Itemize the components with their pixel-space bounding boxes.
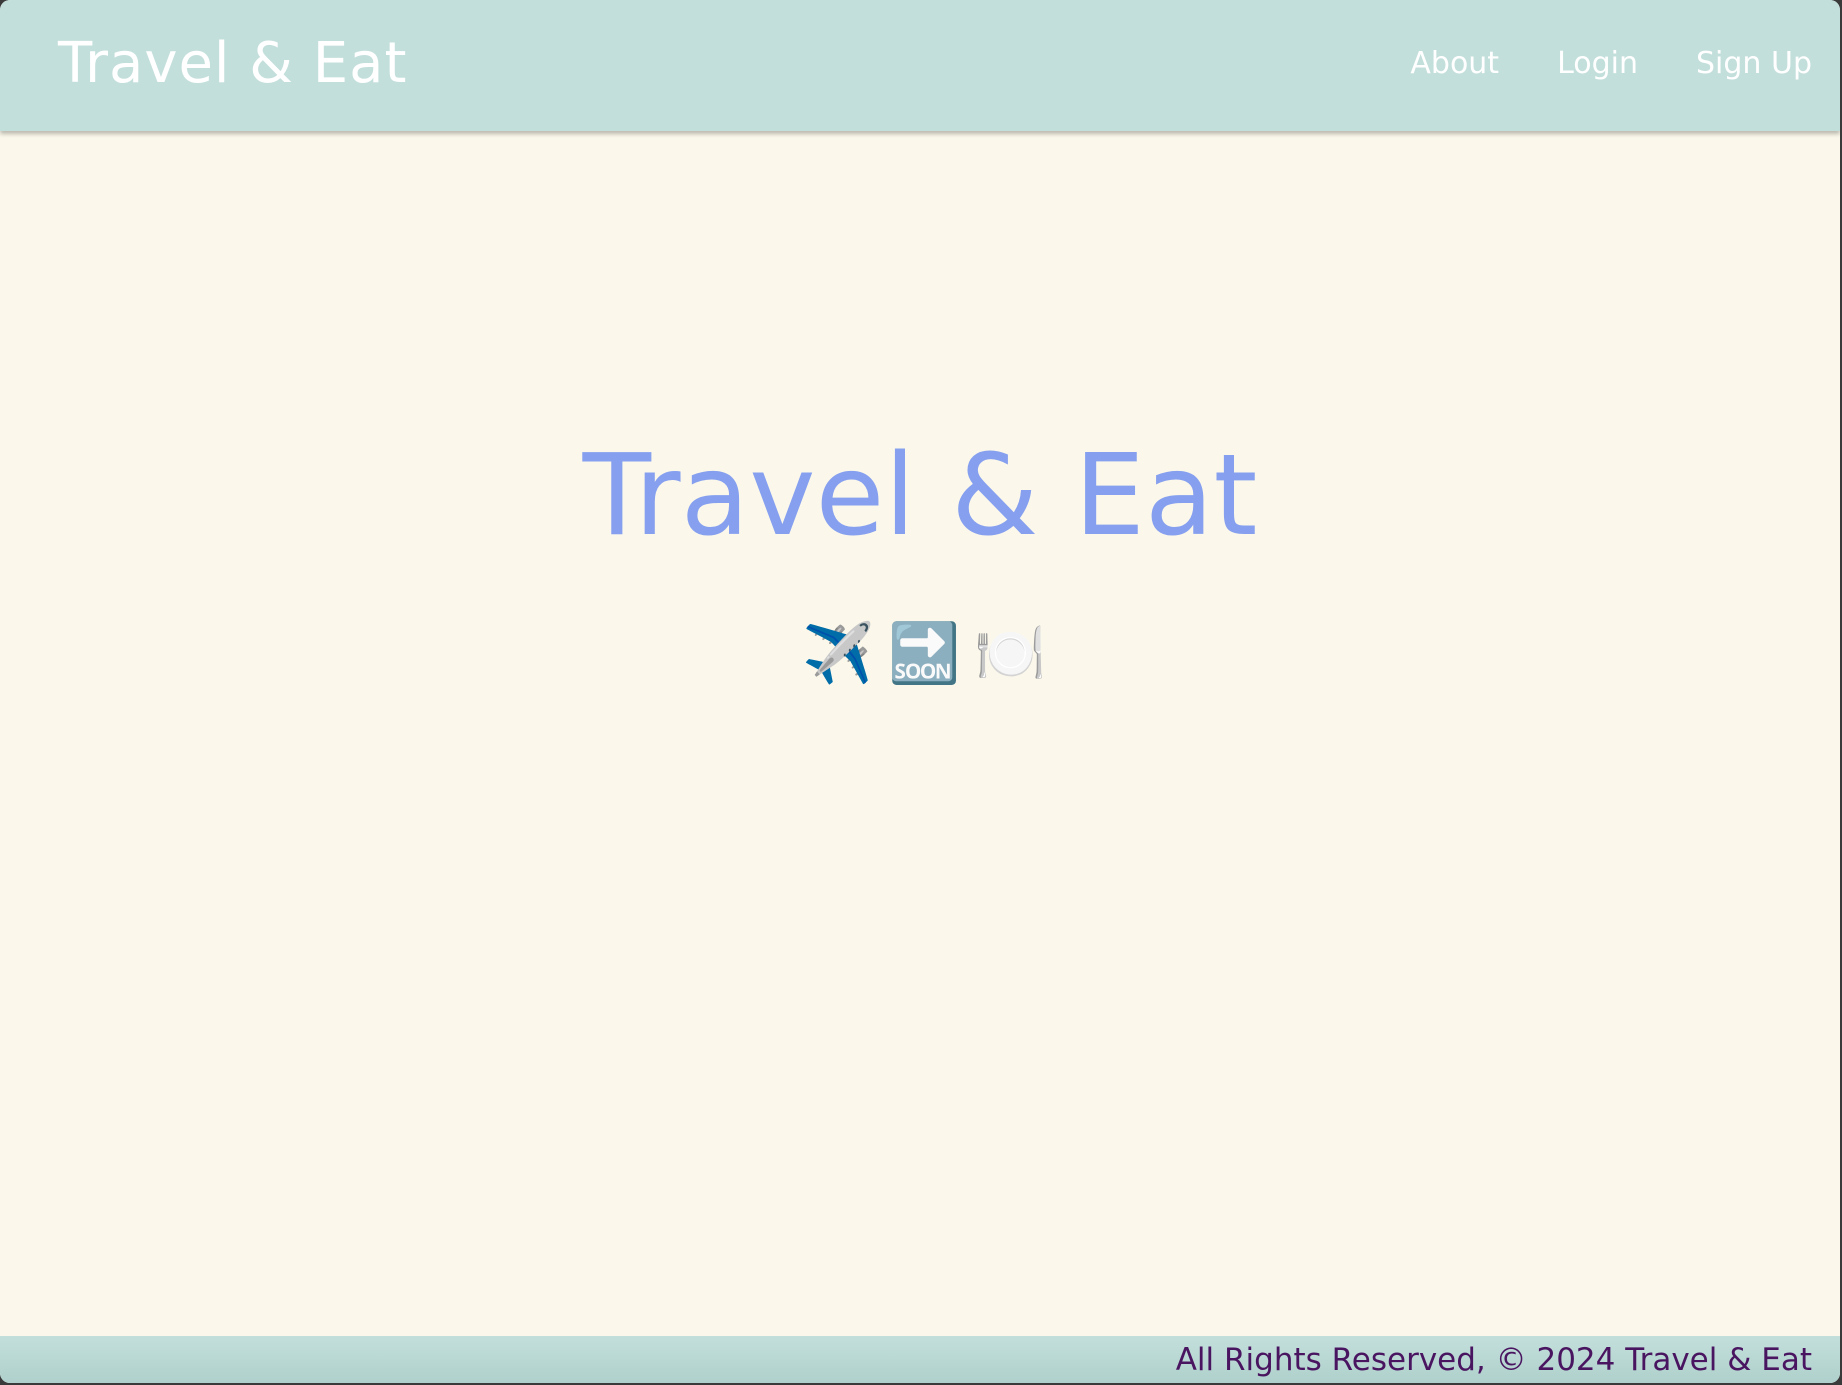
nav-signup-link[interactable]: Sign Up <box>1696 42 1812 86</box>
soon-arrow-icon: 🔜 <box>888 619 961 687</box>
brand-logo-link[interactable]: Travel & Eat <box>58 28 407 100</box>
page-footer: All Rights Reserved, © 2024 Travel & Eat <box>0 1336 1840 1383</box>
hero-title: Travel & Eat <box>582 431 1258 561</box>
nav-login-link[interactable]: Login <box>1557 42 1638 86</box>
nav-about-link[interactable]: About <box>1410 42 1499 86</box>
plate-fork-knife-icon: 🍽️ <box>974 619 1047 687</box>
main-content: Travel & Eat ✈️ 🔜 🍽️ <box>0 131 1840 1336</box>
airplane-icon: ✈️ <box>802 619 875 687</box>
nav-links: About Login Sign Up <box>1410 42 1812 86</box>
browser-window: Travel & Eat About Login Sign Up Travel … <box>0 0 1840 1383</box>
top-navbar: Travel & Eat About Login Sign Up <box>0 0 1840 131</box>
emoji-row: ✈️ 🔜 🍽️ <box>0 613 1840 693</box>
footer-copyright: All Rights Reserved, © 2024 Travel & Eat <box>1175 1342 1812 1378</box>
